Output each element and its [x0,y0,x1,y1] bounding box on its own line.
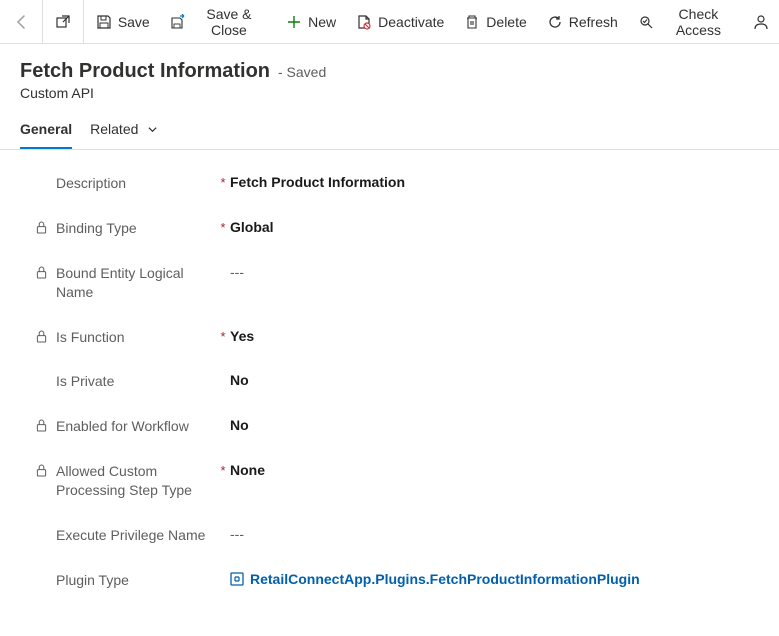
tab-general-label: General [20,121,72,137]
is-function-value: Yes [230,328,254,344]
new-label: New [308,14,336,30]
form-body: Description * Fetch Product Information … [0,150,779,636]
refresh-label: Refresh [569,14,618,30]
lock-slot [36,372,50,374]
toolbar-divider [83,0,84,44]
save-status: - Saved [278,64,326,80]
plus-icon [286,14,302,30]
deactivate-icon [356,14,372,30]
field-binding-type: Binding Type * Global [36,219,759,238]
lock-icon [36,462,50,477]
plugin-type-label: Plugin Type [56,571,129,590]
field-is-function: Is Function * Yes [36,328,759,347]
check-access-icon [638,14,654,30]
field-allowed-step-type: Allowed Custom Processing Step Type * No… [36,462,759,500]
bound-entity-value: --- [230,264,244,280]
refresh-button[interactable]: Refresh [537,0,628,44]
plugin-type-value: RetailConnectApp.Plugins.FetchProductInf… [250,571,640,587]
tab-related-label: Related [90,121,138,137]
allowed-step-type-value: None [230,462,265,478]
field-plugin-type: Plugin Type RetailConnectApp.Plugins.Fet… [36,571,759,590]
field-bound-entity: Bound Entity Logical Name --- [36,264,759,302]
back-arrow-icon [14,14,30,30]
required-indicator: * [220,175,225,190]
lock-slot [36,571,50,573]
is-private-value[interactable]: No [230,372,249,388]
required-indicator: * [220,329,225,344]
is-private-label: Is Private [56,372,114,391]
check-access-label: Check Access [660,6,737,38]
command-bar: Save Save & Close New Deactivate Delete … [0,0,779,44]
field-is-private: Is Private No [36,372,759,391]
execute-privilege-value[interactable]: --- [230,526,244,542]
enabled-workflow-label: Enabled for Workflow [56,417,189,436]
save-close-icon [170,14,186,30]
binding-type-label: Binding Type [56,219,137,238]
delete-label: Delete [486,14,526,30]
lock-icon [36,264,50,279]
entity-name: Custom API [20,85,759,101]
lock-slot [36,526,50,528]
assign-button[interactable] [747,0,775,44]
required-indicator: * [220,220,225,235]
open-new-window-button[interactable] [45,0,81,44]
new-button[interactable]: New [276,0,346,44]
person-icon [753,14,769,30]
bound-entity-label: Bound Entity Logical Name [56,264,216,302]
execute-privilege-label: Execute Privilege Name [56,526,205,545]
plugin-type-link[interactable]: RetailConnectApp.Plugins.FetchProductInf… [230,571,640,587]
lock-icon [36,328,50,343]
field-enabled-workflow: Enabled for Workflow No [36,417,759,436]
enabled-workflow-value: No [230,417,249,433]
tab-related[interactable]: Related [90,121,160,149]
tab-strip: General Related [0,109,779,150]
save-close-button[interactable]: Save & Close [160,0,276,44]
lock-icon [36,219,50,234]
chevron-down-icon [144,121,160,137]
lock-icon [36,417,50,432]
description-label: Description [56,174,126,193]
binding-type-value: Global [230,219,274,235]
description-value[interactable]: Fetch Product Information [230,174,405,190]
page-title: Fetch Product Information [20,60,270,83]
save-close-label: Save & Close [192,6,266,38]
lock-slot [36,174,50,176]
plugin-entity-icon [230,572,244,586]
record-header: Fetch Product Information - Saved Custom… [0,44,779,109]
trash-icon [464,14,480,30]
save-label: Save [118,14,150,30]
required-indicator: * [220,463,225,478]
save-button[interactable]: Save [86,0,160,44]
deactivate-label: Deactivate [378,14,444,30]
check-access-button[interactable]: Check Access [628,0,747,44]
field-execute-privilege: Execute Privilege Name --- [36,526,759,545]
toolbar-divider [42,0,43,44]
delete-button[interactable]: Delete [454,0,536,44]
save-icon [96,14,112,30]
back-button[interactable] [4,0,40,44]
is-function-label: Is Function [56,328,124,347]
refresh-icon [547,14,563,30]
allowed-step-type-label: Allowed Custom Processing Step Type [56,462,216,500]
field-description: Description * Fetch Product Information [36,174,759,193]
tab-general[interactable]: General [20,121,72,149]
deactivate-button[interactable]: Deactivate [346,0,454,44]
popout-icon [55,14,71,30]
